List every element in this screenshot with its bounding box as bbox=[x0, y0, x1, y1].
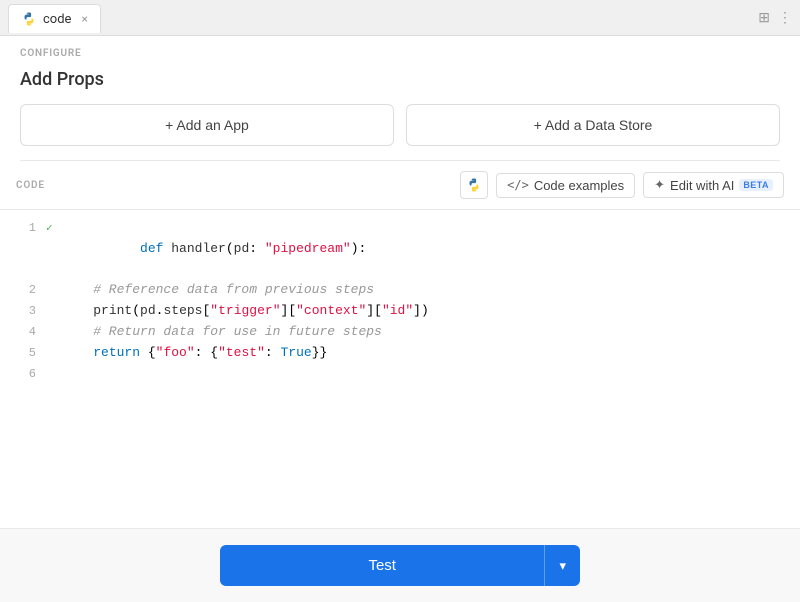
add-datastore-button[interactable]: + Add a Data Store bbox=[406, 104, 780, 146]
tab-close-button[interactable]: × bbox=[81, 12, 87, 26]
add-props-title: Add Props bbox=[20, 69, 780, 90]
line-number-1: 1 bbox=[16, 219, 36, 238]
code-line-3: 3 print(pd.steps["trigger"]["context"]["… bbox=[0, 301, 800, 322]
code-editor[interactable]: 1 ✓ def handler(pd: "pipedream"): 2 # Re… bbox=[0, 210, 800, 528]
code-section: CODE </> Code examples ✦ Edit with AI BE… bbox=[0, 161, 800, 528]
bottom-bar: Test ▾ bbox=[0, 528, 800, 602]
code-section-label: CODE bbox=[16, 180, 452, 191]
line-number-6: 6 bbox=[16, 365, 36, 384]
line-code-1: def handler(pd: "pipedream"): bbox=[62, 218, 366, 280]
edit-ai-label: Edit with AI bbox=[670, 178, 734, 193]
props-buttons: + Add an App + Add a Data Store bbox=[20, 104, 780, 146]
code-tab[interactable]: code × bbox=[8, 4, 101, 33]
python-small-icon bbox=[466, 177, 482, 193]
code-line-1: 1 ✓ def handler(pd: "pipedream"): bbox=[0, 218, 800, 280]
code-line-6: 6 bbox=[0, 364, 800, 385]
code-line-2: 2 # Reference data from previous steps bbox=[0, 280, 800, 301]
add-app-button[interactable]: + Add an App bbox=[20, 104, 394, 146]
configure-section: CONFIGURE Add Props + Add an App + Add a… bbox=[0, 36, 800, 161]
code-examples-button[interactable]: </> Code examples bbox=[496, 173, 635, 198]
line-number-4: 4 bbox=[16, 323, 36, 342]
code-header: CODE </> Code examples ✦ Edit with AI BE… bbox=[0, 161, 800, 210]
code-actions: </> Code examples ✦ Edit with AI BETA bbox=[460, 171, 784, 199]
more-options-icon[interactable]: ⋮ bbox=[778, 10, 792, 26]
main-content: CONFIGURE Add Props + Add an App + Add a… bbox=[0, 36, 800, 602]
ai-sparkle-icon: ✦ bbox=[654, 177, 665, 193]
tab-bar: code × ⊞ ⋮ bbox=[0, 0, 800, 36]
line-code-3: print(pd.steps["trigger"]["context"]["id… bbox=[62, 301, 429, 322]
test-dropdown-button[interactable]: ▾ bbox=[544, 545, 580, 586]
line-number-2: 2 bbox=[16, 281, 36, 300]
tab-label: code bbox=[43, 12, 71, 27]
line-number-3: 3 bbox=[16, 302, 36, 321]
edit-with-ai-button[interactable]: ✦ Edit with AI BETA bbox=[643, 172, 784, 198]
python-icon-button[interactable] bbox=[460, 171, 488, 199]
test-button[interactable]: Test bbox=[220, 545, 544, 586]
beta-badge: BETA bbox=[739, 179, 773, 191]
configure-label: CONFIGURE bbox=[20, 48, 780, 59]
layout-icon[interactable]: ⊞ bbox=[758, 10, 770, 26]
test-button-group: Test ▾ bbox=[220, 545, 580, 586]
code-line-4: 4 # Return data for use in future steps bbox=[0, 322, 800, 343]
line-code-5: return {"foo": {"test": True}} bbox=[62, 343, 327, 364]
line-code-6 bbox=[62, 364, 70, 385]
code-examples-label: Code examples bbox=[534, 178, 624, 193]
tab-bar-actions: ⊞ ⋮ bbox=[758, 10, 792, 26]
line-code-2: # Reference data from previous steps bbox=[62, 280, 374, 301]
line-number-5: 5 bbox=[16, 344, 36, 363]
code-bracket-icon: </> bbox=[507, 178, 529, 192]
line-code-4: # Return data for use in future steps bbox=[62, 322, 382, 343]
python-tab-icon bbox=[21, 11, 37, 27]
line-check-1: ✓ bbox=[46, 221, 58, 239]
code-line-5: 5 return {"foo": {"test": True}} bbox=[0, 343, 800, 364]
